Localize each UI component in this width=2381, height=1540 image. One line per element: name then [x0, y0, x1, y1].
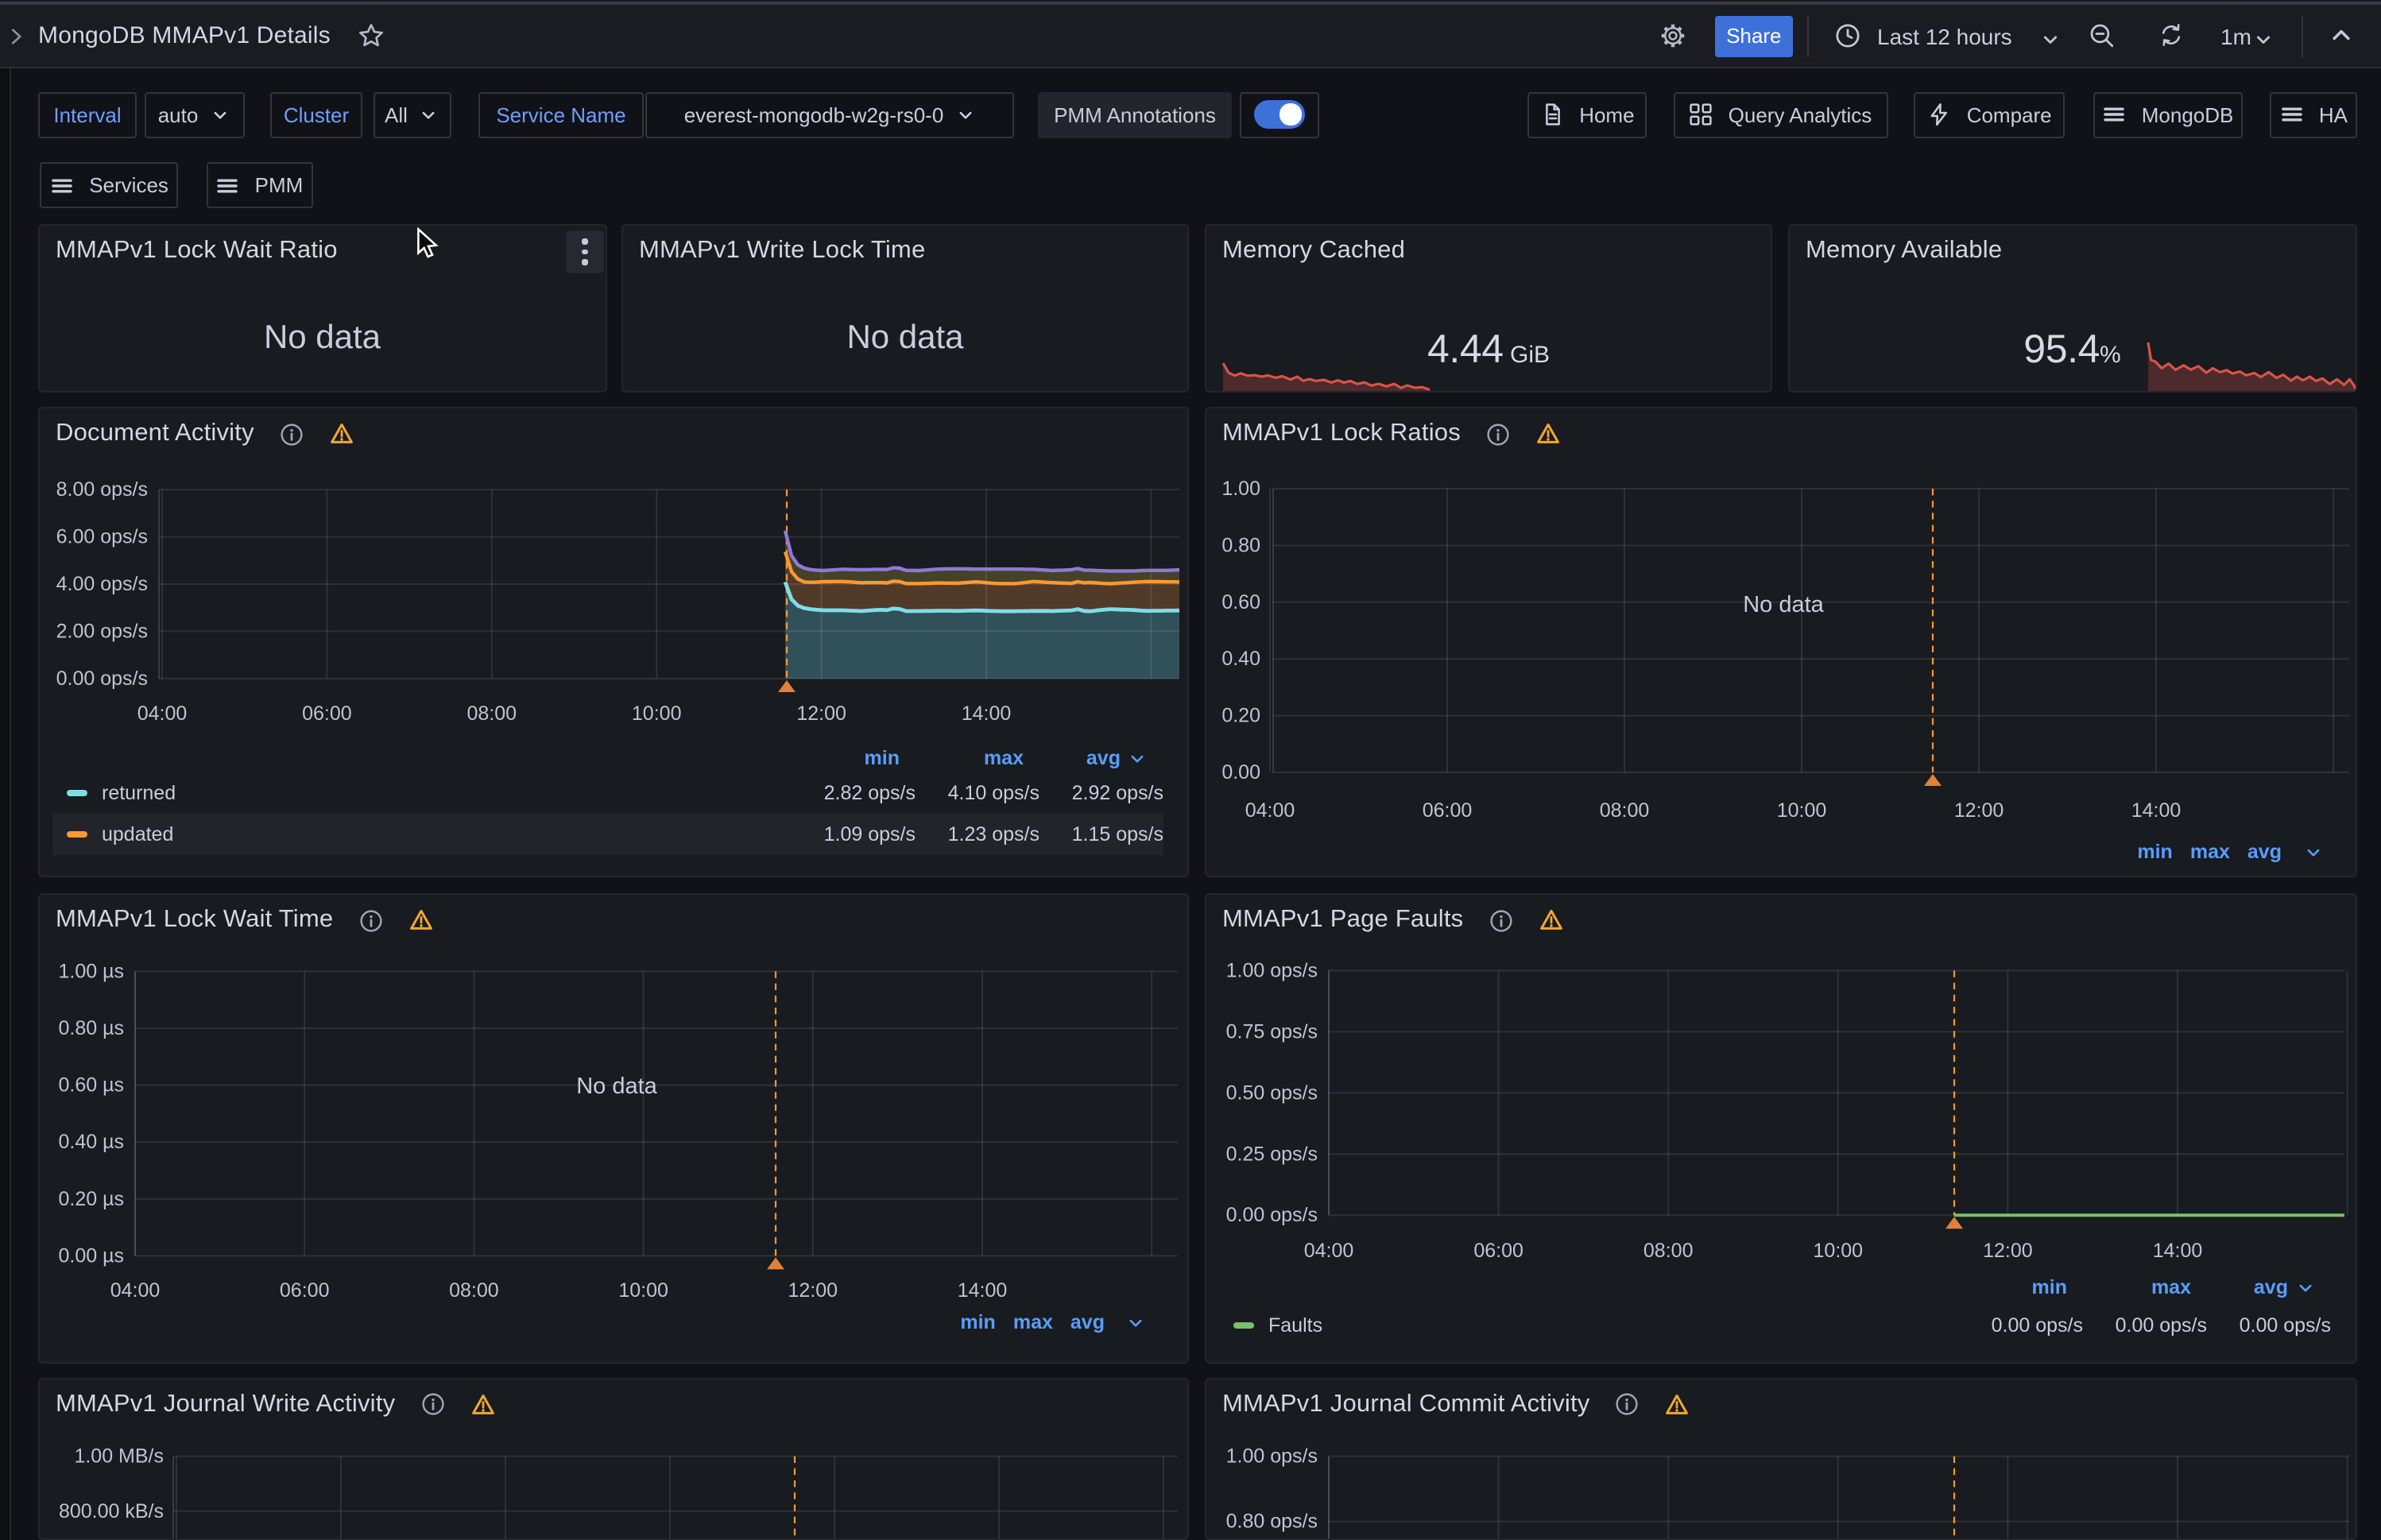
- svg-text:08:00: 08:00: [1643, 1240, 1694, 1262]
- svg-text:14:00: 14:00: [2131, 799, 2182, 822]
- svg-text:0.75 ops/s: 0.75 ops/s: [1226, 1020, 1318, 1043]
- svg-text:0.80 µs: 0.80 µs: [58, 1017, 124, 1039]
- svg-text:4.00 ops/s: 4.00 ops/s: [56, 573, 148, 595]
- svg-text:0.25 ops/s: 0.25 ops/s: [1226, 1143, 1318, 1165]
- svg-text:12:00: 12:00: [788, 1279, 838, 1302]
- svg-text:08:00: 08:00: [449, 1279, 499, 1302]
- svg-text:0.00 ops/s: 0.00 ops/s: [1226, 1204, 1318, 1226]
- svg-text:0.40: 0.40: [1221, 648, 1260, 670]
- svg-text:No data: No data: [576, 1074, 657, 1099]
- svg-text:08:00: 08:00: [467, 702, 517, 725]
- svg-text:6.00 ops/s: 6.00 ops/s: [56, 526, 148, 548]
- svg-text:10:00: 10:00: [618, 1279, 668, 1302]
- svg-text:0.60 µs: 0.60 µs: [58, 1074, 124, 1097]
- svg-text:12:00: 12:00: [1983, 1240, 2033, 1262]
- svg-text:0.00 µs: 0.00 µs: [58, 1244, 124, 1267]
- svg-text:10:00: 10:00: [632, 702, 682, 725]
- svg-text:04:00: 04:00: [137, 702, 188, 725]
- svg-text:1.00 ops/s: 1.00 ops/s: [1226, 1445, 1318, 1467]
- svg-text:1.00 ops/s: 1.00 ops/s: [1226, 959, 1318, 981]
- svg-text:14:00: 14:00: [962, 702, 1012, 725]
- svg-text:12:00: 12:00: [796, 702, 846, 725]
- svg-text:12:00: 12:00: [1954, 799, 2004, 822]
- svg-text:06:00: 06:00: [302, 702, 352, 725]
- svg-text:14:00: 14:00: [2153, 1240, 2203, 1262]
- svg-text:0.00: 0.00: [1221, 761, 1260, 784]
- svg-text:800.00 kB/s: 800.00 kB/s: [59, 1499, 164, 1522]
- svg-text:06:00: 06:00: [1423, 799, 1473, 822]
- svg-text:0.50 ops/s: 0.50 ops/s: [1226, 1081, 1318, 1104]
- svg-text:08:00: 08:00: [1600, 799, 1650, 822]
- svg-text:04:00: 04:00: [1304, 1240, 1354, 1262]
- svg-text:06:00: 06:00: [280, 1279, 330, 1302]
- svg-text:2.00 ops/s: 2.00 ops/s: [56, 620, 148, 642]
- svg-text:1.00 µs: 1.00 µs: [58, 960, 124, 982]
- svg-text:1.00 MB/s: 1.00 MB/s: [74, 1445, 164, 1467]
- svg-text:0.00 ops/s: 0.00 ops/s: [56, 667, 148, 690]
- svg-text:8.00 ops/s: 8.00 ops/s: [56, 478, 148, 501]
- svg-text:0.20 µs: 0.20 µs: [58, 1188, 124, 1210]
- svg-text:06:00: 06:00: [1473, 1240, 1523, 1262]
- svg-text:0.40 µs: 0.40 µs: [58, 1131, 124, 1153]
- svg-text:0.20: 0.20: [1221, 705, 1260, 727]
- svg-text:10:00: 10:00: [1814, 1240, 1864, 1262]
- svg-text:04:00: 04:00: [1245, 799, 1295, 822]
- svg-text:1.00: 1.00: [1221, 478, 1260, 500]
- svg-text:0.80 ops/s: 0.80 ops/s: [1226, 1510, 1318, 1532]
- svg-text:No data: No data: [1743, 592, 1824, 617]
- svg-text:10:00: 10:00: [1777, 799, 1827, 822]
- svg-text:0.80: 0.80: [1221, 534, 1260, 556]
- svg-text:04:00: 04:00: [110, 1279, 161, 1302]
- svg-text:14:00: 14:00: [958, 1279, 1008, 1302]
- svg-text:0.60: 0.60: [1221, 591, 1260, 613]
